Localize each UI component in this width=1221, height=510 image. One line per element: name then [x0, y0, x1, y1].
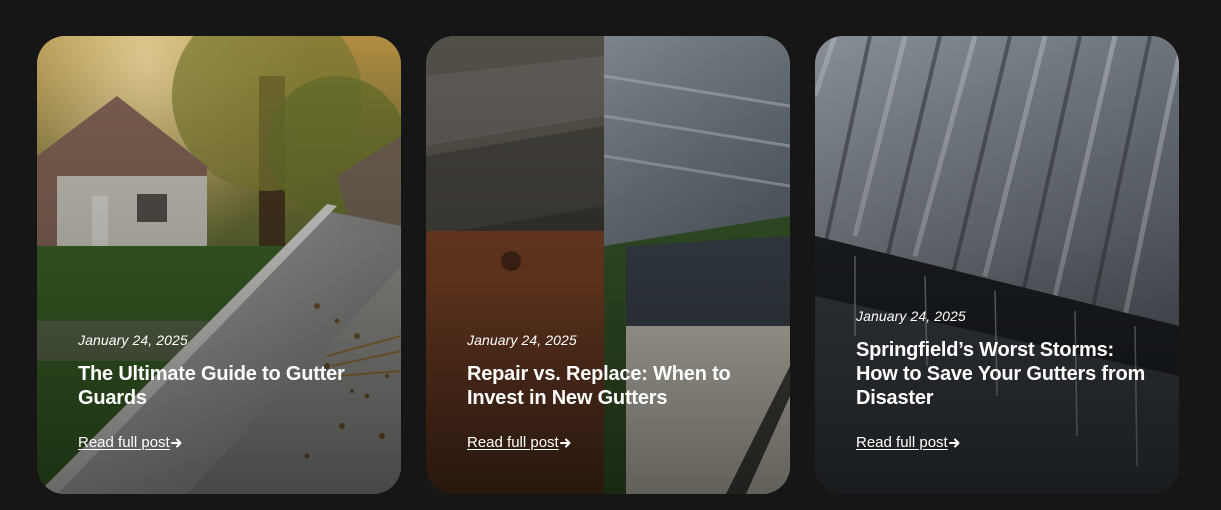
- arrow-right-icon: [559, 437, 572, 449]
- post-title[interactable]: The Ultimate Guide to Gutter Guards: [78, 362, 371, 410]
- card-content: January 24, 2025 The Ultimate Guide to G…: [78, 332, 371, 452]
- blog-post-grid: January 24, 2025 The Ultimate Guide to G…: [37, 36, 1179, 494]
- read-full-post-label: Read full post: [78, 434, 170, 451]
- blog-card-springfield-storms[interactable]: January 24, 2025 Springfield’s Worst Sto…: [815, 36, 1179, 494]
- read-full-post-link[interactable]: Read full post: [467, 434, 572, 451]
- arrow-right-icon: [170, 437, 183, 449]
- read-full-post-link[interactable]: Read full post: [78, 434, 183, 451]
- arrow-right-icon: [948, 437, 961, 449]
- read-full-post-label: Read full post: [467, 434, 559, 451]
- post-title[interactable]: Springfield’s Worst Storms: How to Save …: [856, 338, 1149, 410]
- post-title[interactable]: Repair vs. Replace: When to Invest in Ne…: [467, 362, 760, 410]
- blog-card-gutter-guards[interactable]: January 24, 2025 The Ultimate Guide to G…: [37, 36, 401, 494]
- card-content: January 24, 2025 Repair vs. Replace: Whe…: [467, 332, 760, 452]
- post-date: January 24, 2025: [856, 308, 966, 324]
- read-full-post-link[interactable]: Read full post: [856, 434, 961, 451]
- post-date: January 24, 2025: [78, 332, 188, 348]
- card-content: January 24, 2025 Springfield’s Worst Sto…: [856, 308, 1149, 452]
- read-full-post-label: Read full post: [856, 434, 948, 451]
- post-date: January 24, 2025: [467, 332, 577, 348]
- blog-card-repair-vs-replace[interactable]: January 24, 2025 Repair vs. Replace: Whe…: [426, 36, 790, 494]
